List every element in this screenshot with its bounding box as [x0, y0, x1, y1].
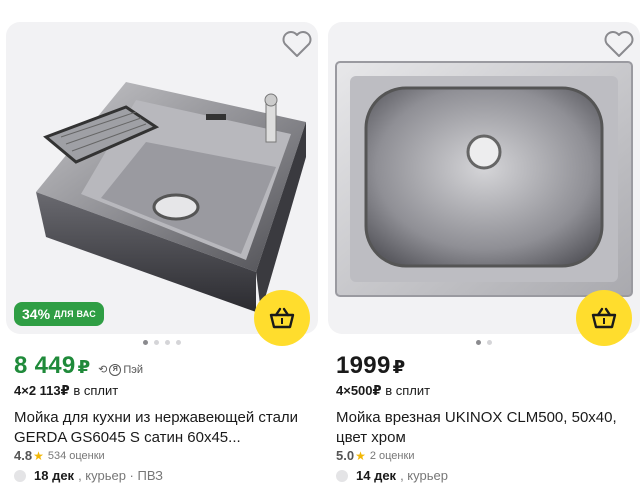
delivery-date: 14 дек	[356, 468, 397, 483]
image-carousel-dots[interactable]	[6, 340, 318, 345]
discount-tag: ДЛЯ ВАС	[54, 309, 96, 319]
delivery-icon	[336, 469, 348, 482]
steel-sink-with-tray-image	[36, 82, 306, 312]
delivery-info: 14 дек , курьер	[336, 468, 448, 483]
rating: 5.0 ★ 2 оценки	[336, 448, 414, 463]
rating-count: 534 оценки	[47, 449, 105, 462]
carousel-dot[interactable]	[143, 340, 148, 345]
split-amount: 4×500	[336, 383, 373, 398]
pay-icon: ⟲	[98, 364, 108, 376]
favorite-heart-icon[interactable]	[604, 30, 634, 58]
rating-score: 4.8	[14, 448, 33, 463]
price-currency: ₽	[77, 357, 91, 377]
rating-count: 2 оценки	[369, 449, 415, 462]
product-image[interactable]	[328, 22, 640, 334]
inset-sink-image	[335, 61, 633, 297]
carousel-dot[interactable]	[165, 340, 170, 345]
add-to-cart-button[interactable]	[254, 290, 310, 346]
ya-pay-ring: Я	[109, 363, 122, 376]
split-amount: 4×2 113	[14, 383, 61, 398]
delivery-info: 18 дек , курьер · ПВЗ	[14, 468, 163, 483]
price: 8 449	[14, 352, 76, 379]
carousel-dot[interactable]	[487, 340, 492, 345]
basket-icon	[269, 307, 295, 329]
pay-badge: ⟲ Я Пэй	[98, 363, 143, 376]
image-carousel-dots[interactable]	[328, 340, 640, 345]
price-currency: ₽	[392, 357, 406, 377]
price: 1999	[336, 352, 391, 379]
split-currency: ₽	[60, 383, 70, 398]
delivery-method: , курьер	[400, 468, 448, 483]
star-icon: ★	[355, 448, 366, 463]
split-label: в сплит	[73, 383, 119, 398]
star-icon: ★	[33, 448, 44, 463]
pay-label: Пэй	[123, 363, 143, 376]
split-payment[interactable]: 4×500₽ в сплит	[336, 383, 430, 399]
rating: 4.8 ★ 534 оценки	[14, 448, 105, 463]
delivery-icon	[14, 469, 26, 482]
discount-badge: 34% ДЛЯ ВАС	[14, 302, 104, 326]
carousel-dot[interactable]	[476, 340, 481, 345]
product-title[interactable]: Мойка для кухни из нержавеющей стали GER…	[14, 408, 314, 448]
product-card-2[interactable]: 1999 ₽ 4×500₽ в сплит Мойка врезная UKIN…	[328, 22, 640, 489]
discount-percent: 34%	[22, 306, 51, 322]
product-card-1[interactable]: 34% ДЛЯ ВАС 8 449 ₽ ⟲ Я Пэй 4×2 113₽ в с…	[6, 22, 318, 489]
carousel-dot[interactable]	[176, 340, 181, 345]
product-title[interactable]: Мойка врезная UKINOX CLM500, 50х40, цвет…	[336, 408, 636, 448]
delivery-method: , курьер · ПВЗ	[78, 468, 163, 483]
split-label: в сплит	[385, 383, 431, 398]
favorite-heart-icon[interactable]	[282, 30, 312, 58]
split-payment[interactable]: 4×2 113₽ в сплит	[14, 383, 118, 399]
carousel-dot[interactable]	[154, 340, 159, 345]
price-row: 8 449 ₽ ⟲ Я Пэй	[14, 352, 143, 380]
add-to-cart-button[interactable]	[576, 290, 632, 346]
product-image[interactable]	[6, 22, 318, 334]
split-currency: ₽	[372, 383, 382, 398]
rating-score: 5.0	[336, 448, 355, 463]
basket-icon	[591, 307, 617, 329]
delivery-date: 18 дек	[34, 468, 75, 483]
price-row: 1999 ₽	[336, 352, 405, 380]
